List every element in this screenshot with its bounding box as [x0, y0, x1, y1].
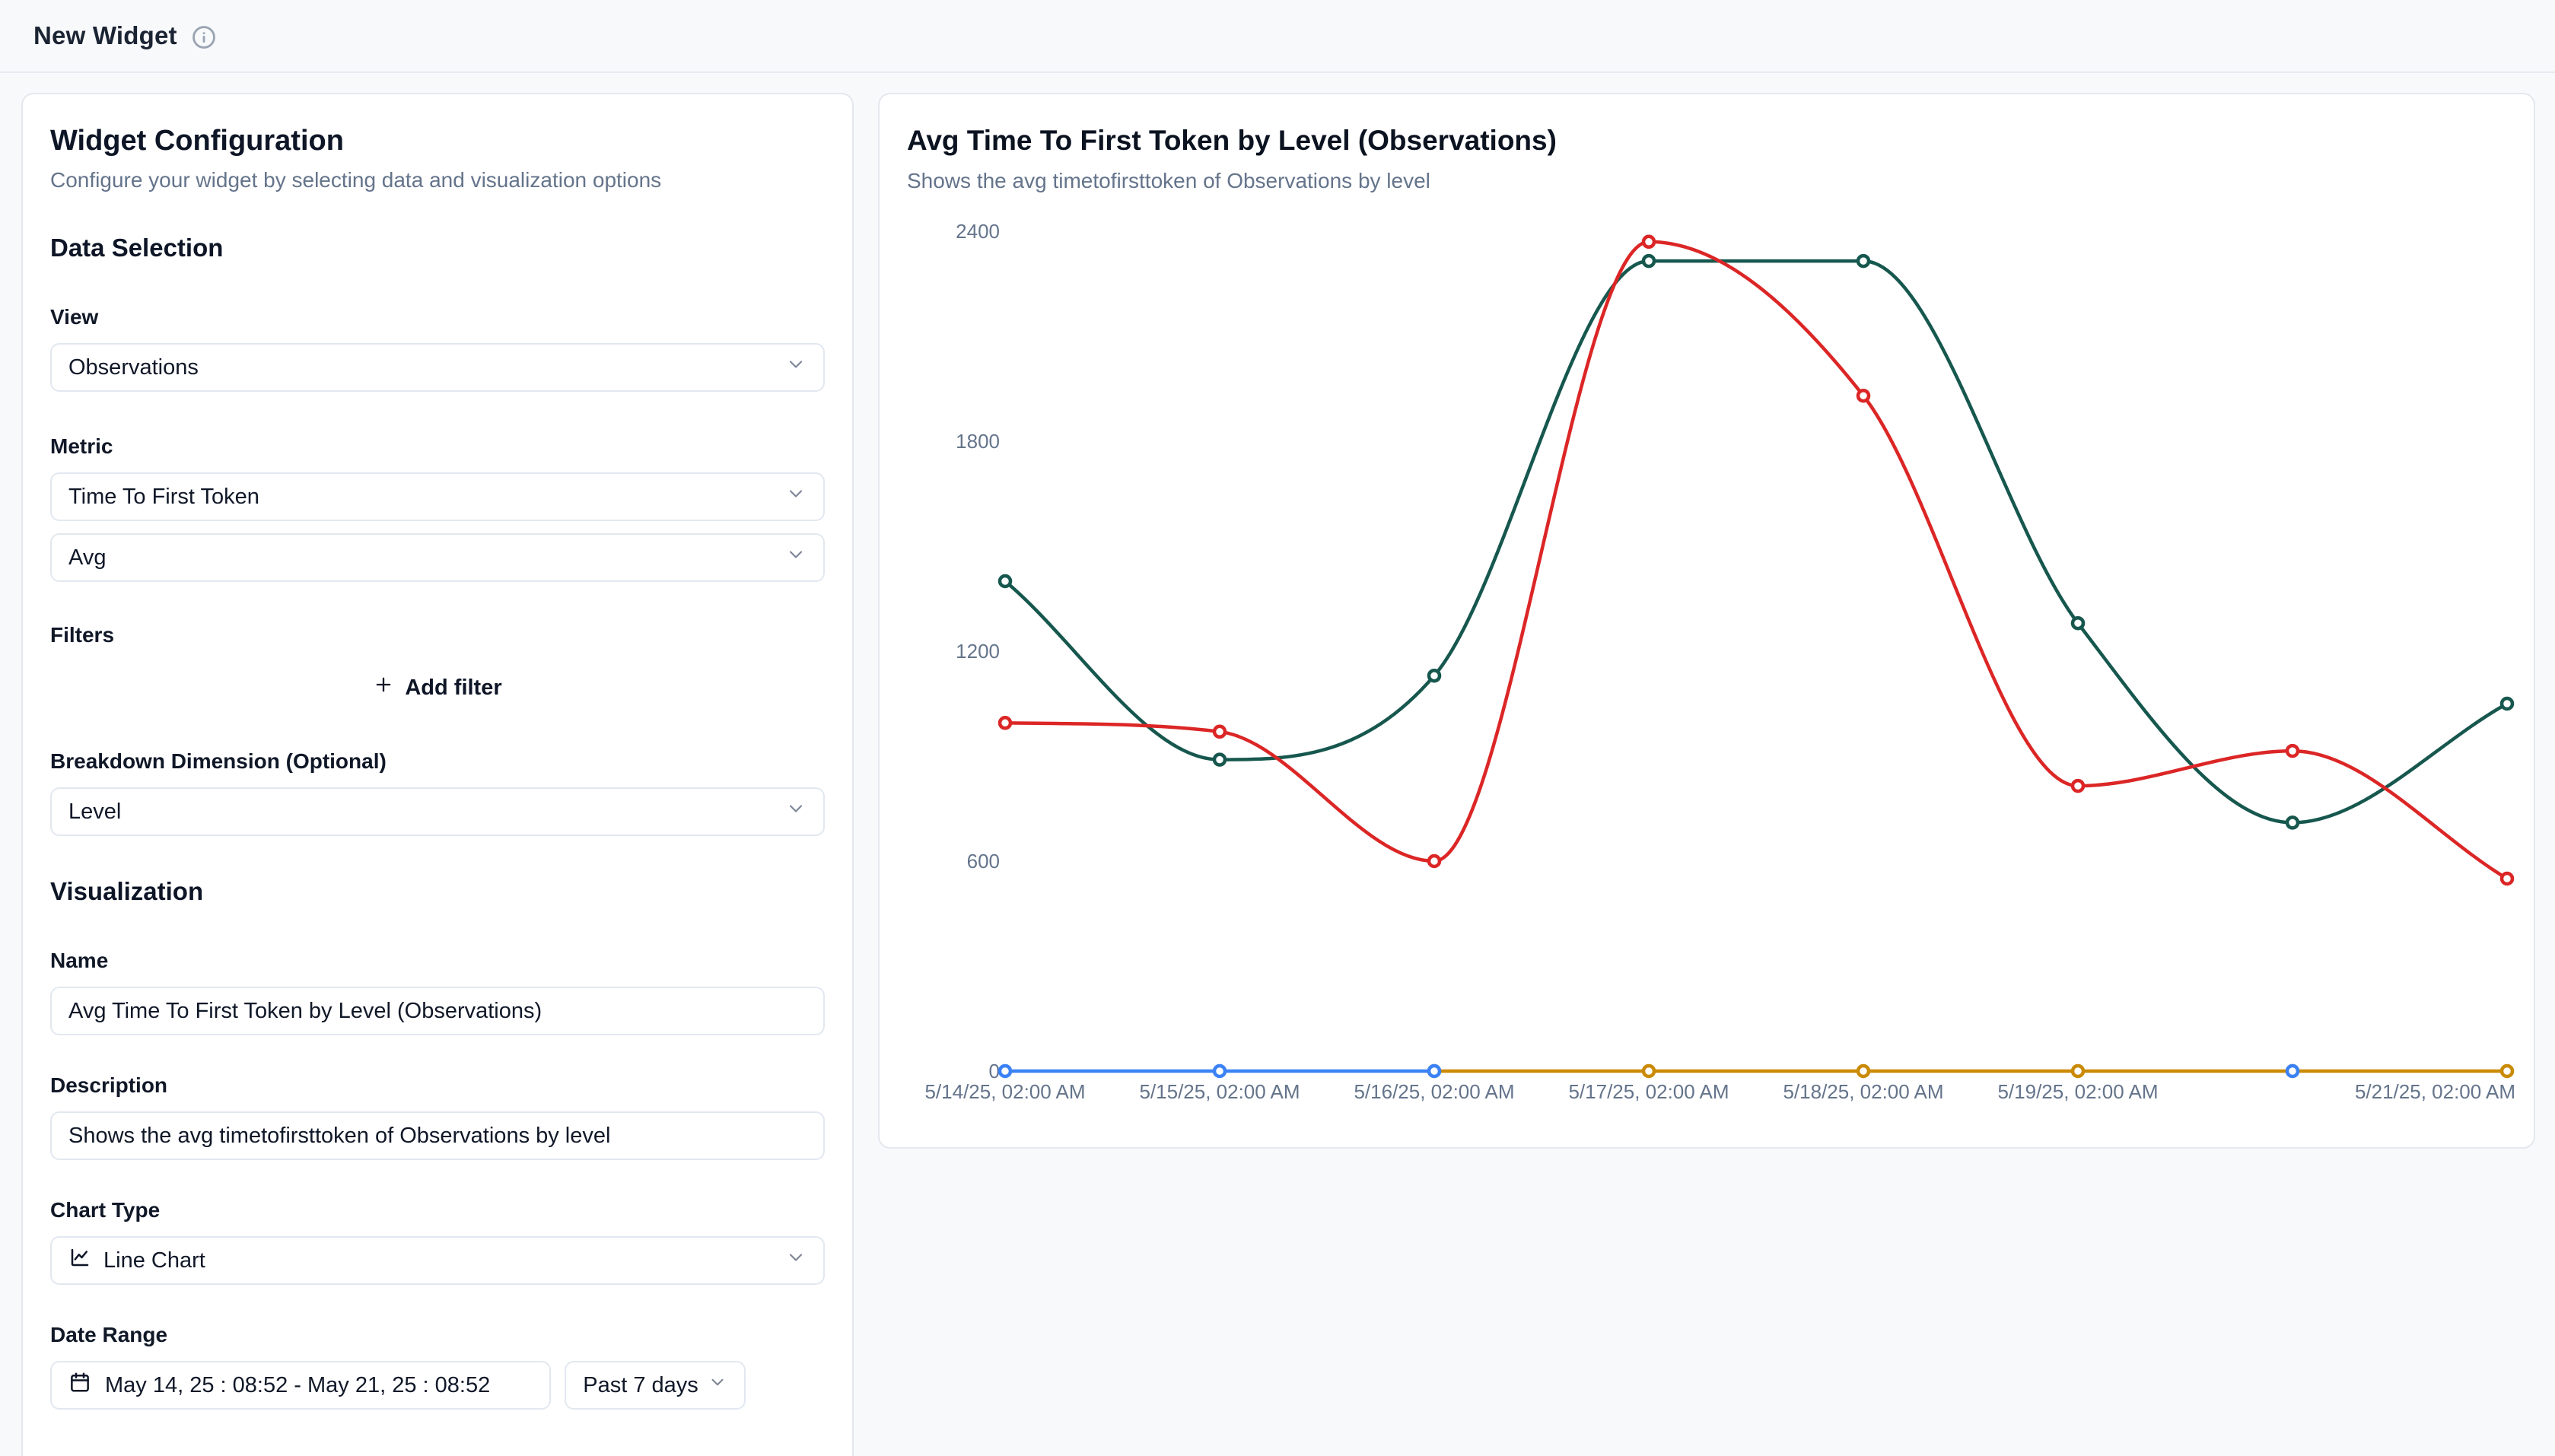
name-input[interactable]: [50, 987, 825, 1035]
add-filter-button[interactable]: Add filter: [50, 664, 825, 711]
x-axis-tick: 5/16/25, 02:00 AM: [1354, 1080, 1514, 1103]
visualization-heading: Visualization: [50, 877, 825, 906]
point-series-teal: [2073, 618, 2083, 628]
content-area: Widget Configuration Configure your widg…: [0, 73, 2555, 1456]
point-series-teal: [2502, 698, 2512, 709]
point-series-gold: [1643, 1066, 1654, 1076]
point-series-red: [1214, 726, 1225, 737]
x-axis-tick: 5/18/25, 02:00 AM: [1783, 1080, 1943, 1103]
x-axis-tick: 5/19/25, 02:00 AM: [1997, 1080, 2158, 1103]
date-range-label: Date Range: [50, 1323, 825, 1347]
y-axis-tick: 1200: [956, 640, 1000, 663]
date-range-value: May 14, 25 : 08:52 - May 21, 25 : 08:52: [105, 1373, 490, 1398]
point-series-red: [1858, 390, 1869, 401]
point-series-gold: [1858, 1066, 1869, 1076]
view-select[interactable]: Observations: [50, 343, 825, 392]
line-chart-icon: [68, 1246, 91, 1275]
date-range-button[interactable]: May 14, 25 : 08:52 - May 21, 25 : 08:52: [50, 1361, 551, 1410]
point-series-red: [2287, 745, 2298, 756]
point-series-blue: [1429, 1066, 1440, 1076]
point-series-blue: [1214, 1066, 1225, 1076]
point-series-red: [1429, 856, 1440, 866]
calendar-icon: [68, 1371, 91, 1400]
description-input[interactable]: [50, 1111, 825, 1160]
config-subtitle: Configure your widget by selecting data …: [50, 168, 825, 192]
config-title: Widget Configuration: [50, 125, 825, 157]
point-series-red: [1643, 237, 1654, 247]
chart-type-select-value: Line Chart: [103, 1248, 205, 1273]
aggregation-select-value: Avg: [68, 545, 106, 571]
chart-type-select[interactable]: Line Chart: [50, 1236, 825, 1285]
point-series-blue: [1000, 1066, 1010, 1076]
view-label: View: [50, 305, 825, 329]
top-bar: New Widget: [0, 0, 2555, 73]
chevron-down-icon: [708, 1372, 727, 1398]
point-series-blue: [2287, 1066, 2298, 1076]
date-preset-value: Past 7 days: [583, 1373, 698, 1398]
point-series-teal: [1858, 256, 1869, 266]
point-series-red: [2502, 873, 2512, 884]
add-filter-label: Add filter: [405, 676, 501, 701]
point-series-teal: [1429, 670, 1440, 681]
breakdown-select[interactable]: Level: [50, 787, 825, 836]
y-axis-tick: 600: [967, 850, 1000, 873]
description-label: Description: [50, 1073, 825, 1098]
point-series-teal: [1643, 256, 1654, 266]
page-title: New Widget: [33, 21, 177, 50]
line-series-red: [1005, 242, 2507, 879]
plus-icon: [373, 674, 394, 701]
filters-label: Filters: [50, 623, 825, 647]
aggregation-select[interactable]: Avg: [50, 533, 825, 582]
breakdown-label: Breakdown Dimension (Optional): [50, 749, 825, 774]
chevron-down-icon: [785, 483, 807, 510]
data-selection-heading: Data Selection: [50, 234, 825, 262]
breakdown-select-value: Level: [68, 800, 121, 825]
line-chart-canvas: 06001200180024005/14/25, 02:00 AM5/15/25…: [880, 94, 2534, 1147]
metric-select-value: Time To First Token: [68, 485, 259, 510]
x-axis-tick: 5/17/25, 02:00 AM: [1568, 1080, 1729, 1103]
point-series-teal: [1214, 755, 1225, 765]
chevron-down-icon: [785, 354, 807, 381]
metric-label: Metric: [50, 434, 825, 459]
view-select-value: Observations: [68, 355, 199, 380]
name-label: Name: [50, 949, 825, 973]
widget-preview-panel: Avg Time To First Token by Level (Observ…: [878, 93, 2535, 1149]
metric-select[interactable]: Time To First Token: [50, 472, 825, 521]
point-series-gold: [2073, 1066, 2083, 1076]
date-preset-select[interactable]: Past 7 days: [565, 1361, 746, 1410]
chevron-down-icon: [785, 544, 807, 571]
line-series-teal: [1005, 261, 2507, 822]
info-icon[interactable]: [191, 24, 217, 50]
y-axis-tick: 1800: [956, 430, 1000, 453]
chevron-down-icon: [785, 1247, 807, 1274]
x-axis-tick: 5/15/25, 02:00 AM: [1139, 1080, 1300, 1103]
y-axis-tick: 2400: [956, 220, 1000, 243]
widget-configuration-panel: Widget Configuration Configure your widg…: [21, 93, 854, 1456]
point-series-red: [2073, 780, 2083, 791]
point-series-gold: [2502, 1066, 2512, 1076]
point-series-teal: [1000, 576, 1010, 587]
x-axis-tick: 5/14/25, 02:00 AM: [924, 1080, 1085, 1103]
chevron-down-icon: [785, 798, 807, 825]
point-series-teal: [2287, 817, 2298, 828]
point-series-red: [1000, 717, 1010, 728]
chart-type-label: Chart Type: [50, 1198, 825, 1222]
x-axis-tick: 5/21/25, 02:00 AM: [2355, 1080, 2515, 1103]
